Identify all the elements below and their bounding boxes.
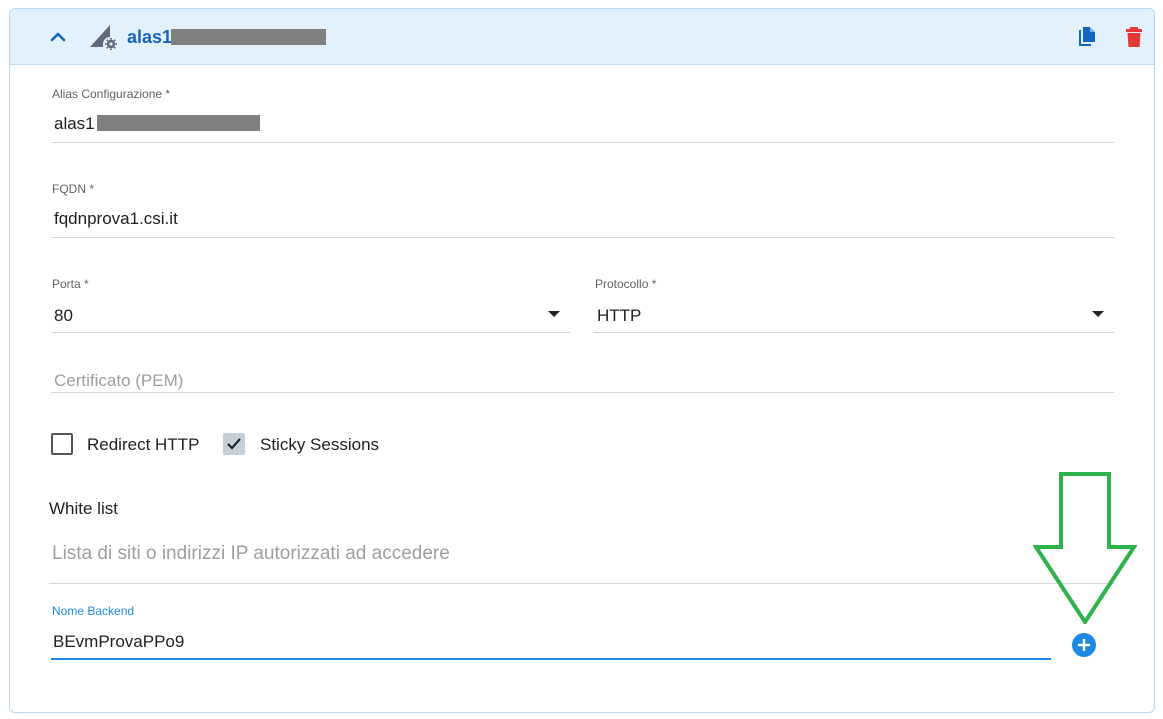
fqdn-field[interactable]: FQDN * fqdnprova1.csi.it	[51, 182, 1114, 238]
network-settings-icon	[90, 25, 117, 50]
backend-label: Nome Backend	[52, 604, 135, 618]
arrow-down-icon	[1033, 472, 1137, 624]
check-icon	[227, 438, 241, 450]
backend-name-field[interactable]: Nome Backend BEvmProvaPPo9	[51, 600, 1051, 660]
porta-select[interactable]: Porta * 80	[51, 277, 570, 333]
card-title: alas1	[127, 27, 173, 47]
backend-value: BEvmProvaPPo9	[53, 632, 185, 651]
porta-label: Porta *	[52, 277, 89, 291]
protocollo-value: HTTP	[597, 306, 642, 325]
caret-down-icon[interactable]	[548, 311, 560, 317]
redacted-block	[171, 29, 326, 45]
whitelist-input[interactable]: Lista di siti o indirizzi IP autorizzati…	[49, 530, 1115, 584]
certificato-placeholder: Certificato (PEM)	[54, 371, 184, 390]
fqdn-value: fqdnprova1.csi.it	[54, 209, 178, 228]
alias-field[interactable]: Alias Configurazione * alas1	[51, 87, 1114, 143]
certificato-field[interactable]: Certificato (PEM)	[51, 360, 1114, 393]
card-header[interactable]: alas1	[10, 9, 1154, 65]
caret-down-icon[interactable]	[1092, 311, 1104, 317]
sticky-sessions-label[interactable]: Sticky Sessions	[260, 435, 379, 455]
protocollo-label: Protocollo *	[595, 277, 657, 291]
redirect-http-label[interactable]: Redirect HTTP	[87, 435, 199, 455]
chevron-up-icon[interactable]	[46, 25, 70, 49]
redirect-http-checkbox[interactable]	[51, 433, 73, 455]
whitelist-placeholder: Lista di siti o indirizzi IP autorizzati…	[52, 543, 450, 564]
plus-circle-icon[interactable]	[1072, 633, 1096, 657]
alias-value: alas1	[54, 114, 95, 133]
sticky-sessions-checkbox[interactable]	[223, 433, 245, 455]
whitelist-title: White list	[49, 499, 118, 518]
alias-label: Alias Configurazione *	[52, 87, 171, 101]
fqdn-label: FQDN *	[52, 182, 94, 196]
porta-value: 80	[54, 306, 73, 325]
protocollo-select[interactable]: Protocollo * HTTP	[594, 277, 1114, 333]
copy-icon[interactable]	[1076, 25, 1098, 49]
trash-icon[interactable]	[1124, 25, 1144, 49]
redacted-block	[97, 115, 260, 131]
